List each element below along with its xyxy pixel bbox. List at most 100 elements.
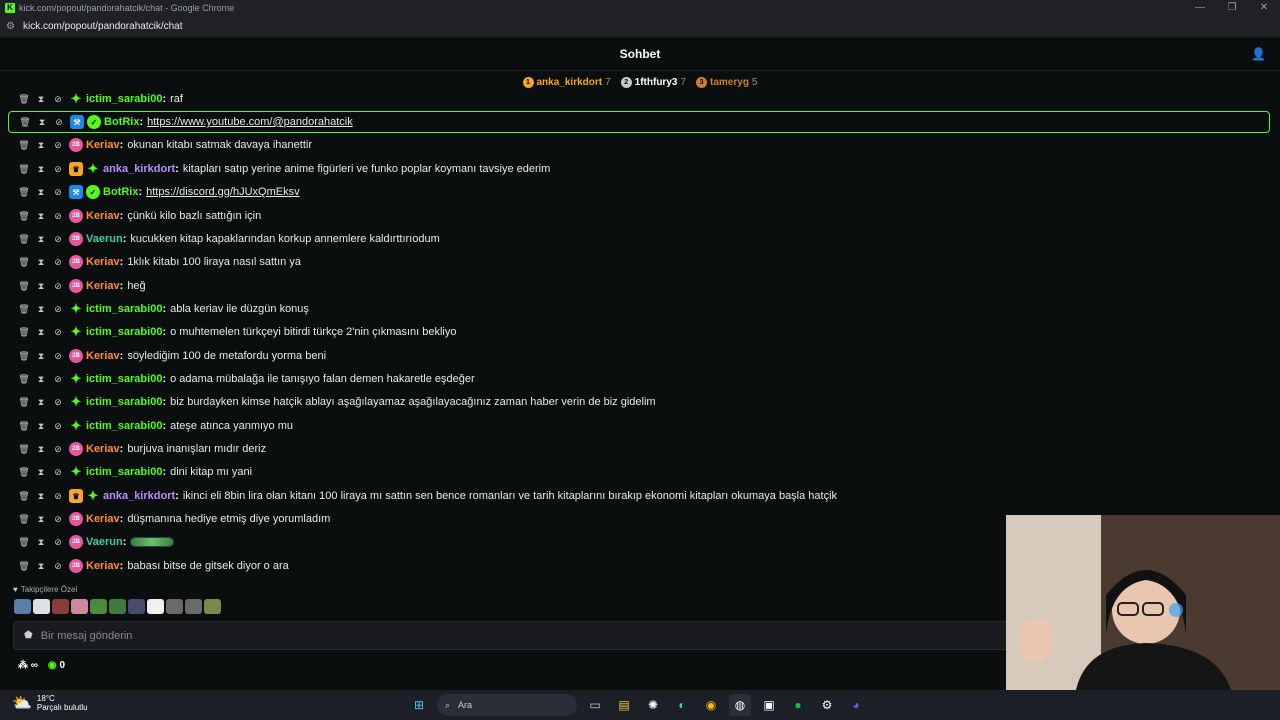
chat-message[interactable]: 🗑 ⧗ ⊘ 2B Keriav: burjuva inanışları mıdır der… — [8, 438, 1270, 460]
task-view-icon[interactable]: ▭ — [584, 694, 606, 716]
chat-message[interactable]: 🗑 ⧗ ⊘ ✦ ictim_sarabi00: o adama mübalağa ile … — [8, 368, 1270, 390]
timeout-icon[interactable]: ⧗ — [35, 397, 47, 408]
steam-icon[interactable]: ⚙ — [816, 694, 838, 716]
chat-username[interactable]: Keriav: — [86, 139, 123, 151]
chat-message[interactable]: 🗑 ⧗ ⊘ ✦ ictim_sarabi00: dini kitap mı yani — [8, 461, 1270, 483]
timeout-icon[interactable]: ⧗ — [35, 140, 47, 151]
delete-icon[interactable]: 🗑 — [18, 234, 30, 245]
weather-widget[interactable]: ⛅ 18°C Parçalı bulutlu — [12, 693, 88, 713]
chat-username[interactable]: ictim_sarabi00: — [86, 373, 166, 385]
delete-icon[interactable]: 🗑 — [18, 467, 30, 478]
chat-message[interactable]: 🗑 ⧗ ⊘ ♛ ✦ anka_kirkdort: ikinci eli 8bin lira … — [8, 485, 1270, 507]
ban-icon[interactable]: ⊘ — [52, 444, 64, 455]
chat-username[interactable]: BotRix: — [103, 186, 142, 198]
media-app-icon[interactable]: ▣ — [758, 694, 780, 716]
ban-icon[interactable]: ⊘ — [52, 327, 64, 338]
points-indicator[interactable]: ◉ 0 — [48, 660, 65, 671]
chat-username[interactable]: ictim_sarabi00: — [86, 396, 166, 408]
leaderboard-entry[interactable]: 2 1fthfury3 7 — [620, 76, 686, 88]
maximize-button[interactable]: ❐ — [1216, 0, 1248, 16]
delete-icon[interactable]: 🗑 — [18, 491, 30, 502]
chat-message[interactable]: 🗑 ⧗ ⊘ 2B Keriav: okunan kitabı satmak davaya … — [8, 134, 1270, 156]
delete-icon[interactable]: 🗑 — [18, 257, 30, 268]
delete-icon[interactable]: 🗑 — [18, 304, 30, 315]
chat-username[interactable]: Keriav: — [86, 350, 123, 362]
quick-emote[interactable] — [52, 599, 69, 614]
chat-username[interactable]: anka_kirkdort: — [103, 163, 179, 175]
chat-message[interactable]: 🗑 ⧗ ⊘ ✦ ictim_sarabi00: ateşe atınca yanmıyo … — [8, 415, 1270, 437]
timeout-icon[interactable]: ⧗ — [35, 514, 47, 525]
chat-username[interactable]: BotRix: — [104, 116, 143, 128]
delete-icon[interactable]: 🗑 — [18, 187, 30, 198]
site-settings-icon[interactable]: ⚙ — [6, 21, 15, 32]
chat-username[interactable]: Vaerun: — [86, 536, 126, 548]
delete-icon[interactable]: 🗑 — [18, 211, 30, 222]
ban-icon[interactable]: ⊘ — [52, 187, 64, 198]
url-text[interactable]: kick.com/popout/pandorahatcik/chat — [23, 21, 183, 32]
timeout-icon[interactable]: ⧗ — [35, 281, 47, 292]
chat-message[interactable]: 🗑 ⧗ ⊘ ✦ ictim_sarabi00: biz burdayken kimse h… — [8, 391, 1270, 413]
spotify-icon[interactable]: ● — [787, 694, 809, 716]
ban-icon[interactable]: ⊘ — [52, 351, 64, 362]
timeout-icon[interactable]: ⧗ — [35, 467, 47, 478]
delete-icon[interactable]: 🗑 — [18, 327, 30, 338]
chat-message[interactable]: 🗑 ⧗ ⊘ ✦ ictim_sarabi00: o muhtemelen türkçeyi… — [8, 321, 1270, 343]
delete-icon[interactable]: 🗑 — [18, 421, 30, 432]
ban-icon[interactable]: ⊘ — [52, 257, 64, 268]
delete-icon[interactable]: 🗑 — [18, 374, 30, 385]
ban-icon[interactable]: ⊘ — [52, 140, 64, 151]
ban-icon[interactable]: ⊘ — [52, 561, 64, 572]
chatgpt-icon[interactable]: ✺ — [642, 694, 664, 716]
ban-icon[interactable]: ⊘ — [52, 397, 64, 408]
chat-username[interactable]: ictim_sarabi00: — [86, 303, 166, 315]
file-explorer-icon[interactable]: ▤ — [613, 694, 635, 716]
chat-message[interactable]: 🗑 ⧗ ⊘ ♛ ✦ anka_kirkdort: kitapları satıp yerin… — [8, 158, 1270, 180]
ban-icon[interactable]: ⊘ — [52, 281, 64, 292]
minimize-button[interactable]: — — [1184, 0, 1216, 16]
chat-username[interactable]: ictim_sarabi00: — [86, 466, 166, 478]
ban-icon[interactable]: ⊘ — [52, 234, 64, 245]
chat-message[interactable]: 🗑 ⧗ ⊘ ✦ ictim_sarabi00: raf — [8, 88, 1270, 110]
timeout-icon[interactable]: ⧗ — [35, 421, 47, 432]
quick-emote[interactable] — [166, 599, 183, 614]
infinity-indicator[interactable]: ⁂ ∞ — [18, 660, 38, 671]
timeout-icon[interactable]: ⧗ — [35, 351, 47, 362]
delete-icon[interactable]: 🗑 — [18, 514, 30, 525]
timeout-icon[interactable]: ⧗ — [35, 304, 47, 315]
ban-icon[interactable]: ⊘ — [52, 421, 64, 432]
chat-message[interactable]: 🗑 ⧗ ⊘ ⚒ ✓ BotRix: https://www.youtube.com/@pan… — [8, 111, 1270, 133]
chat-message[interactable]: 🗑 ⧗ ⊘ 2B Keriav: 1klık kitabı 100 liraya nası… — [8, 251, 1270, 273]
timeout-icon[interactable]: ⧗ — [35, 257, 47, 268]
obs-icon[interactable]: ◍ — [729, 694, 751, 716]
chat-link[interactable]: https://www.youtube.com/@pandorahatcik — [147, 116, 353, 128]
chat-message[interactable]: 🗑 ⧗ ⊘ 2B Keriav: söylediğim 100 de metafordu … — [8, 345, 1270, 367]
quick-emote[interactable] — [128, 599, 145, 614]
timeout-icon[interactable]: ⧗ — [35, 94, 47, 105]
ban-icon[interactable]: ⊘ — [52, 537, 64, 548]
ban-icon[interactable]: ⊘ — [52, 164, 64, 175]
quick-emote[interactable] — [109, 599, 126, 614]
chat-message[interactable]: 🗑 ⧗ ⊘ ✦ ictim_sarabi00: abla keriav ile düzgü… — [8, 298, 1270, 320]
quick-emote[interactable] — [90, 599, 107, 614]
quick-emote[interactable] — [33, 599, 50, 614]
chat-username[interactable]: ictim_sarabi00: — [86, 420, 166, 432]
timeout-icon[interactable]: ⧗ — [35, 187, 47, 198]
delete-icon[interactable]: 🗑 — [18, 94, 30, 105]
windows-start-icon[interactable]: ⊞ — [408, 694, 430, 716]
delete-icon[interactable]: 🗑 — [18, 561, 30, 572]
edge-icon[interactable]: ◐ — [671, 694, 693, 716]
timeout-icon[interactable]: ⧗ — [35, 327, 47, 338]
leaderboard-entry[interactable]: 1 anka_kirkdort 7 — [522, 76, 611, 88]
chat-link[interactable]: https://discord.gg/hJUxQmEksv — [146, 186, 299, 198]
delete-icon[interactable]: 🗑 — [19, 117, 31, 128]
delete-icon[interactable]: 🗑 — [18, 140, 30, 151]
close-button[interactable]: ✕ — [1248, 0, 1280, 16]
chat-username[interactable]: Keriav: — [86, 443, 123, 455]
chat-username[interactable]: ictim_sarabi00: — [86, 93, 166, 105]
chat-username[interactable]: anka_kirkdort: — [103, 490, 179, 502]
delete-icon[interactable]: 🗑 — [18, 281, 30, 292]
chat-message[interactable]: 🗑 ⧗ ⊘ 2B Keriav: heğ — [8, 275, 1270, 297]
timeout-icon[interactable]: ⧗ — [35, 537, 47, 548]
chat-username[interactable]: Vaerun: — [86, 233, 126, 245]
quick-emote[interactable] — [14, 599, 31, 614]
